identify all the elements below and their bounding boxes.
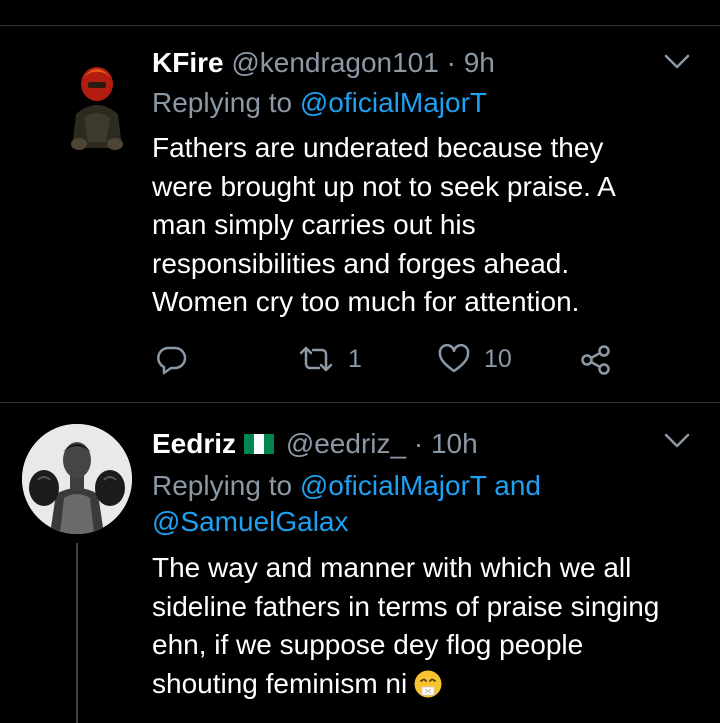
mention-link[interactable]: @oficialMajorT: [300, 87, 487, 118]
tweet-header: Eedriz @eedriz_ · 10h: [152, 427, 478, 461]
tweet-text-line: Fathers are underated because they: [152, 132, 604, 163]
tweet-text-line: were brought up not to seek praise. A: [152, 170, 616, 202]
display-name[interactable]: KFire: [152, 47, 224, 78]
tweet-text-line: responsibilities and forges ahead.: [152, 247, 570, 279]
tweet-text-line: sideline fathers in terms of praise sing…: [152, 590, 660, 622]
retweet-button[interactable]: 1: [298, 344, 362, 374]
replying-to: Replying to @oficialMajorT: [152, 85, 487, 121]
user-handle[interactable]: @kendragon101: [231, 47, 438, 78]
tweet-text-line: man simply carries out his: [152, 209, 476, 240]
tweet-text-line-end: shouting feminism ni: [152, 667, 408, 699]
reply-button[interactable]: [156, 344, 188, 376]
action-bar: 1 10: [152, 344, 632, 384]
like-icon: [438, 344, 470, 373]
like-count: 10: [484, 344, 512, 373]
tweet-kfire[interactable]: KFire @kendragon101 · 9h Replying to @of…: [0, 26, 720, 402]
like-button[interactable]: 10: [438, 344, 512, 374]
chevron-down-icon[interactable]: [664, 433, 690, 454]
mention-link[interactable]: @oficialMajorT: [300, 470, 487, 501]
nigeria-flag-icon: [244, 428, 275, 454]
timestamp[interactable]: 9h: [464, 47, 495, 78]
display-name[interactable]: Eedriz: [152, 428, 236, 459]
replying-to: Replying to @oficialMajorT and @SamuelGa…: [152, 468, 672, 540]
tweet-text: Fathers are underated because they were …: [152, 129, 697, 322]
share-button[interactable]: [580, 344, 612, 376]
chevron-down-icon[interactable]: [664, 54, 690, 75]
tweet-eedriz[interactable]: Eedriz @eedriz_ · 10h Replying to @ofici…: [0, 403, 720, 723]
avatar[interactable]: [22, 424, 132, 534]
and-connector: and: [494, 470, 541, 501]
tweet-text-line: ehn, if we suppose dey flog people: [152, 629, 584, 660]
replying-to-label: Replying to: [152, 87, 293, 118]
share-icon: [581, 345, 610, 375]
mention-link-2[interactable]: @SamuelGalax: [152, 506, 349, 537]
separator-dot: ·: [413, 428, 424, 459]
sneezing-face-emoji: [413, 669, 443, 699]
avatar[interactable]: [66, 56, 128, 156]
tweet-text-line: The way and manner with which we all: [152, 552, 632, 583]
timestamp[interactable]: 10h: [431, 428, 478, 459]
retweet-icon: [299, 346, 333, 372]
tweet-text: The way and manner with which we all sid…: [152, 549, 697, 703]
replying-to-label: Replying to: [152, 470, 293, 501]
tweet-text-line: Women cry too much for attention.: [152, 286, 580, 317]
thread-line: [76, 543, 78, 723]
user-handle[interactable]: @eedriz_: [286, 428, 406, 459]
reply-icon: [157, 346, 187, 375]
retweet-count: 1: [348, 344, 362, 373]
tweet-text-line: shouting feminism ni: [152, 665, 697, 704]
separator-dot: ·: [446, 47, 456, 78]
tweet-header: KFire @kendragon101 · 9h: [152, 46, 495, 80]
